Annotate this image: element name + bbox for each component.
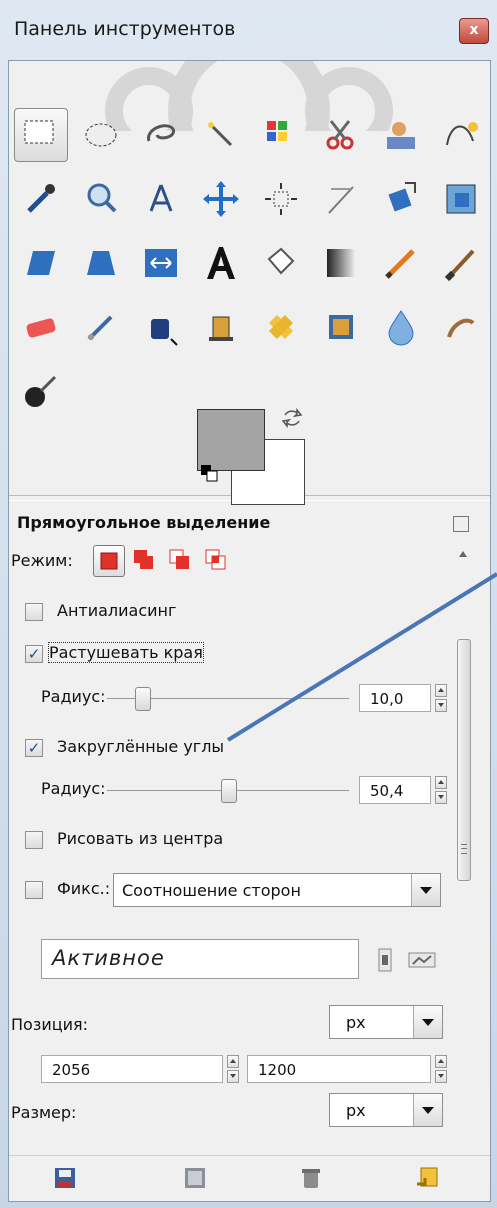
shear-tool-icon[interactable] [17,239,65,287]
measure-tool-icon[interactable] [137,175,185,223]
blend-tool-icon[interactable] [317,239,365,287]
size-unit-value: px [346,1101,366,1120]
mode-subtract-button[interactable] [165,545,195,575]
pencil-tool-icon[interactable] [377,239,425,287]
airbrush-tool-icon[interactable] [77,303,125,351]
mode-intersect-button[interactable] [201,545,231,575]
zoom-tool-icon[interactable] [77,175,125,223]
bottom-toolbar [9,1155,490,1201]
position-y-input[interactable]: 1200 [247,1055,431,1083]
reset-colors-icon[interactable] [201,465,219,483]
foreground-color-swatch[interactable] [197,409,265,471]
scrollbar-thumb[interactable] [457,639,471,881]
window-title: Панель инструментов [14,18,236,40]
size-label: Размер: [11,1103,77,1122]
chevron-down-icon[interactable] [413,1094,442,1126]
foreground-select-tool-icon[interactable] [377,111,425,159]
position-label: Позиция: [11,1015,89,1034]
close-button[interactable]: x [459,18,489,44]
paths-tool-icon[interactable] [437,111,485,159]
smudge-tool-icon[interactable] [437,303,485,351]
paintbrush-tool-icon[interactable] [437,239,485,287]
ink-tool-icon[interactable] [137,303,185,351]
swap-colors-icon[interactable] [281,407,303,429]
fixed-mode-combo[interactable]: Соотношение сторон [113,873,441,907]
mode-label: Режим: [11,551,73,570]
rect-select-tool-icon[interactable] [14,108,68,162]
feather-edges-label: Растушевать края [48,642,204,663]
mode-add-button[interactable] [129,545,159,575]
tool-options-title: Прямоугольное выделение [17,513,271,532]
titlebar[interactable]: Панель инструментов x [0,0,497,60]
scroll-up-icon[interactable] [459,551,467,557]
toolbox-window: Панель инструментов x Прямоугольное выде… [0,0,497,1208]
fixed-label: Фикс.: [57,879,111,898]
position-x-input[interactable]: 2056 [41,1055,223,1083]
antialias-label: Антиалиасинг [57,601,177,620]
draw-from-center-checkbox[interactable] [25,831,43,849]
position-unit-combo[interactable]: px [329,1005,443,1039]
fixed-value-entry[interactable]: Активное [41,939,359,979]
heal-tool-icon[interactable] [257,303,305,351]
ellipse-select-tool-icon[interactable] [77,111,125,159]
position-y-spinner[interactable] [435,1055,447,1083]
draw-from-center-label: Рисовать из центра [57,829,224,848]
crop-tool-icon[interactable] [317,175,365,223]
landscape-icon[interactable] [407,947,437,973]
mode-replace-button[interactable] [93,545,125,577]
toolbox-panel: Прямоугольное выделение Режим: Антиалиас… [8,60,491,1202]
perspective-clone-tool-icon[interactable] [317,303,365,351]
tab-menu-button[interactable] [453,516,469,532]
rounded-radius-handle[interactable] [221,779,237,803]
scale-tool-icon[interactable] [437,175,485,223]
move-tool-icon[interactable] [197,175,245,223]
feather-radius-handle[interactable] [135,687,151,711]
trash-icon[interactable] [297,1164,325,1192]
feather-radius-label: Радиус: [41,687,106,706]
scissors-select-tool-icon[interactable] [317,111,365,159]
bucket-fill-tool-icon[interactable] [257,239,305,287]
rounded-radius-spinner[interactable] [435,776,447,804]
rotate-tool-icon[interactable] [377,175,425,223]
fixed-mode-value: Соотношение сторон [122,881,301,900]
free-select-tool-icon[interactable] [137,111,185,159]
rounded-radius-input[interactable]: 50,4 [359,776,431,804]
reset-options-icon[interactable] [413,1164,441,1192]
rounded-corners-checkbox[interactable]: ✓ [25,739,43,757]
feather-radius-spinner[interactable] [435,684,447,712]
fixed-checkbox[interactable] [25,881,43,899]
position-x-spinner[interactable] [227,1055,239,1083]
flip-tool-icon[interactable] [137,239,185,287]
feather-edges-checkbox[interactable]: ✓ [25,645,43,663]
text-tool-icon[interactable] [197,239,245,287]
blur-sharpen-tool-icon[interactable] [377,303,425,351]
dodge-burn-tool-icon[interactable] [17,367,65,415]
save-options-icon[interactable] [51,1164,79,1192]
portrait-icon[interactable] [373,947,397,973]
chevron-down-icon[interactable] [411,874,440,906]
perspective-tool-icon[interactable] [77,239,125,287]
size-unit-combo[interactable]: px [329,1093,443,1127]
fuzzy-select-tool-icon[interactable] [197,111,245,159]
chevron-down-icon[interactable] [413,1006,442,1038]
feather-radius-input[interactable]: 10,0 [359,684,431,712]
rounded-corners-label: Закруглённые углы [57,737,225,756]
alignment-tool-icon[interactable] [257,175,305,223]
eraser-tool-icon[interactable] [17,303,65,351]
rounded-radius-label: Радиус: [41,779,106,798]
clone-tool-icon[interactable] [197,303,245,351]
position-unit-value: px [346,1013,366,1032]
color-picker-tool-icon[interactable] [17,175,65,223]
options-scrollbar[interactable] [457,551,471,1191]
antialias-checkbox[interactable] [25,603,43,621]
restore-options-icon[interactable] [181,1164,209,1192]
select-by-color-tool-icon[interactable] [257,111,305,159]
